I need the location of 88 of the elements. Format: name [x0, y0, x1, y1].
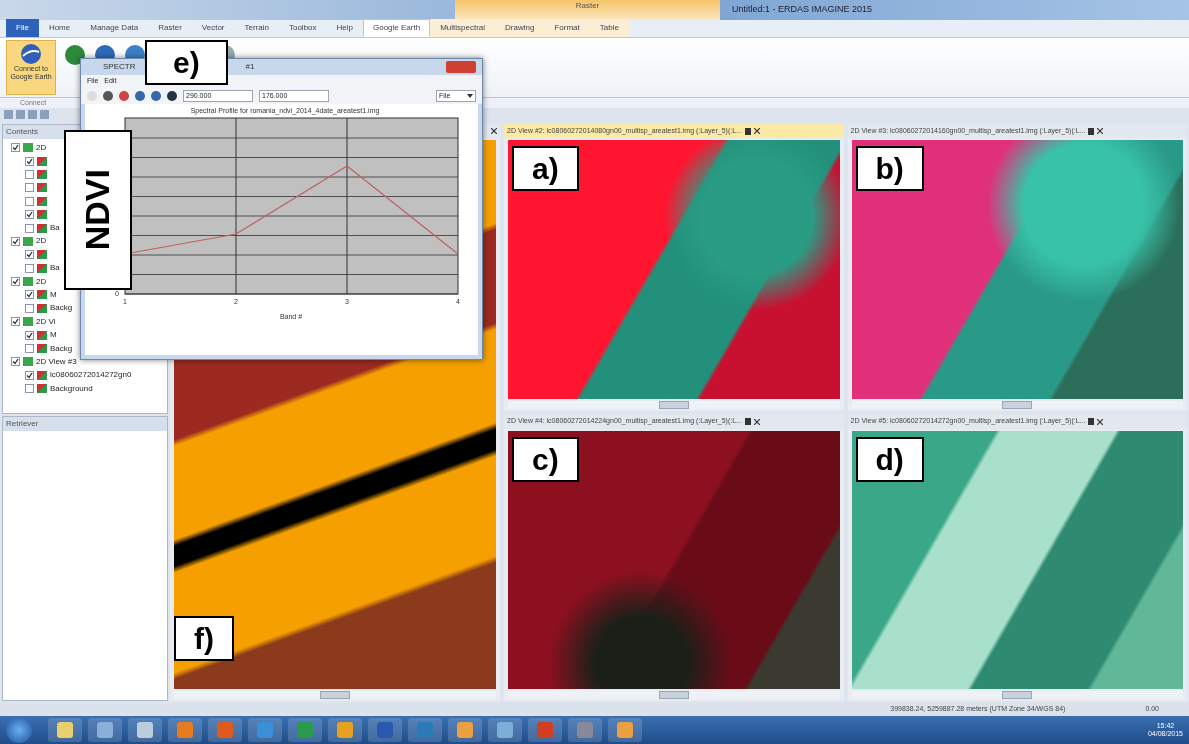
ribbon-tab[interactable]: Raster [148, 19, 192, 37]
checkbox[interactable] [25, 223, 34, 233]
start-button[interactable] [6, 717, 32, 743]
checkbox[interactable] [11, 277, 20, 287]
ribbon-tab[interactable]: Manage Data [80, 19, 149, 37]
panel-label: f) [174, 616, 234, 661]
view-icon [23, 357, 33, 367]
taskbar-app-icon[interactable] [168, 718, 202, 742]
view-icon [23, 143, 33, 153]
view-icon [23, 317, 33, 327]
close-icon[interactable] [753, 418, 760, 425]
axis-label: NDVI [79, 169, 117, 251]
scrollbar[interactable] [851, 400, 1183, 409]
panel-title: Retriever [3, 417, 167, 431]
scrollbar[interactable] [508, 691, 840, 699]
tree-label[interactable]: lc08060272014272gn0 [50, 369, 132, 382]
checkbox[interactable] [25, 263, 34, 273]
ribbon-tab[interactable]: Drawing [495, 19, 545, 37]
tree-label[interactable]: M [50, 329, 57, 342]
scrollbar[interactable] [174, 691, 496, 699]
checkbox[interactable] [11, 317, 20, 327]
checkbox[interactable] [25, 156, 34, 166]
panel-label: d) [855, 436, 924, 482]
ribbon-tab[interactable]: Home [38, 19, 81, 37]
taskbar-app-icon[interactable] [368, 718, 402, 742]
checkbox[interactable] [11, 143, 20, 153]
checkbox[interactable] [25, 303, 34, 313]
close-icon[interactable] [1097, 418, 1104, 425]
toolbar-icon[interactable] [167, 90, 177, 101]
tree-label[interactable]: Ba [50, 222, 60, 235]
tree-label[interactable]: Background [50, 382, 93, 395]
ribbon-tab[interactable]: Help [326, 19, 363, 37]
tree-label[interactable]: 2D Vi [36, 315, 56, 328]
globe-icon [20, 43, 42, 65]
taskbar-app-icon[interactable] [88, 718, 122, 742]
checkbox[interactable] [11, 357, 20, 367]
toolbar-icon[interactable] [151, 90, 161, 101]
tree-label[interactable]: Backg [50, 302, 73, 315]
ribbon-tab[interactable]: Vector [191, 19, 235, 37]
tree-label[interactable]: M [50, 289, 57, 301]
taskbar-app-icon[interactable] [48, 718, 82, 742]
checkbox[interactable] [25, 370, 34, 380]
checkbox[interactable] [25, 169, 34, 179]
panel-label: a) [512, 146, 579, 191]
ribbon-tab[interactable]: Toolbox [278, 19, 327, 37]
checkbox[interactable] [25, 210, 34, 220]
tree-label[interactable]: 2D View #3 [36, 355, 77, 368]
taskbar-app-icon[interactable] [448, 718, 482, 742]
ribbon-tab[interactable]: Terrain [234, 19, 279, 37]
ribbon-tab[interactable]: Google Earth [363, 19, 431, 37]
ribbon-tab[interactable]: Format [544, 19, 590, 37]
taskbar-app-icon[interactable] [328, 718, 362, 742]
dialog-title: SPECTR [103, 61, 136, 73]
ribbon-tab[interactable]: Multispectral [430, 19, 496, 37]
panel-label: b) [855, 146, 924, 191]
dialog-title: #1 [245, 61, 255, 73]
checkbox[interactable] [25, 290, 34, 300]
tree-label[interactable]: Ba [50, 262, 60, 275]
scrollbar[interactable] [508, 400, 840, 409]
taskbar-app-icon[interactable] [608, 718, 642, 742]
scrollbar[interactable] [851, 691, 1183, 699]
checkbox[interactable] [25, 344, 34, 354]
taskbar-app-icon[interactable] [488, 718, 522, 742]
ribbon-tab[interactable]: File [6, 19, 39, 37]
close-icon[interactable] [1097, 128, 1104, 134]
tab-group-label: Raster [455, 0, 720, 20]
view-icon [23, 277, 33, 287]
checkbox[interactable] [25, 330, 34, 340]
tree-label[interactable]: 2D [36, 235, 47, 248]
checkbox[interactable] [25, 196, 34, 206]
ribbon-tab[interactable]: Table [589, 19, 629, 37]
tree-label[interactable]: 2D [36, 275, 47, 288]
close-icon[interactable] [491, 128, 497, 134]
checkbox[interactable] [25, 384, 34, 394]
tree-label[interactable]: Backg [50, 342, 73, 355]
taskbar-app-icon[interactable] [248, 718, 282, 742]
checkbox[interactable] [25, 250, 34, 260]
checkbox[interactable] [25, 183, 34, 193]
toolbar-icon[interactable] [135, 90, 145, 101]
window-title: Untitled:1 - ERDAS IMAGINE 2015 [732, 3, 873, 17]
checkbox[interactable] [11, 236, 20, 246]
toolbar-icon[interactable] [103, 90, 113, 101]
close-icon[interactable] [753, 128, 760, 134]
panel-label: c) [512, 436, 579, 482]
taskbar-app-icon[interactable] [128, 718, 162, 742]
view-icon [23, 236, 33, 246]
panel-label: e) [145, 40, 228, 85]
tree-label[interactable]: 2D [36, 141, 47, 154]
